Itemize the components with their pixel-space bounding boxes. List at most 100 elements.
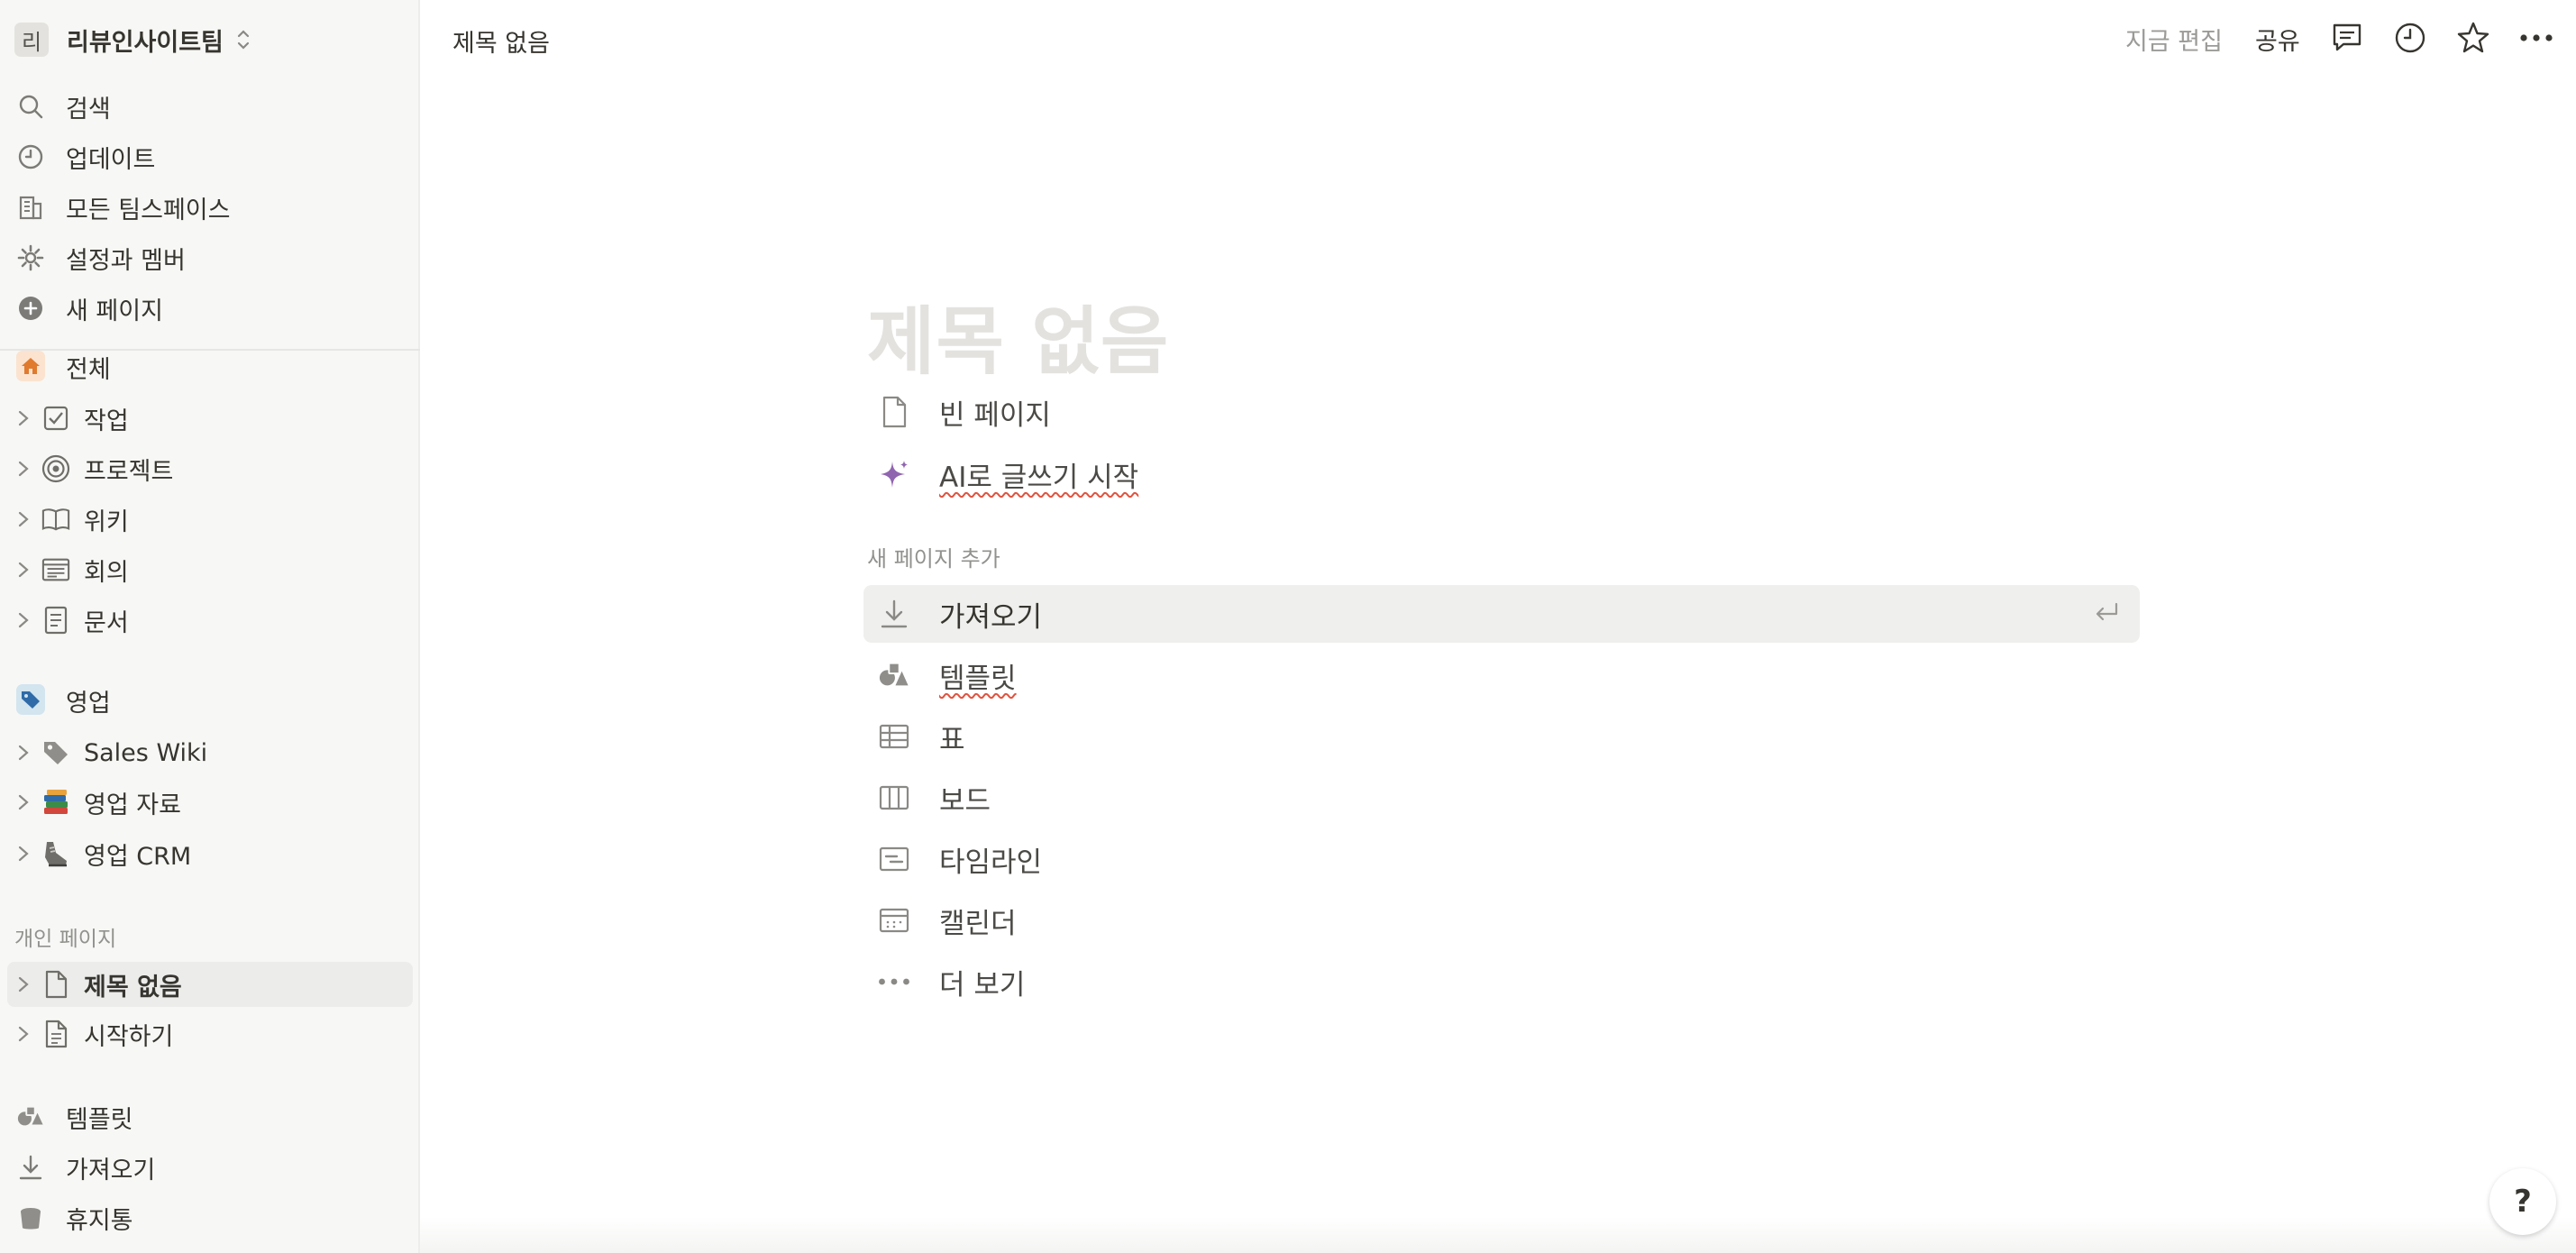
timeline-icon (878, 843, 910, 875)
teamspace-label: 영업 (66, 689, 111, 718)
page-text-icon (41, 1020, 70, 1048)
sidebar-item-import[interactable]: 가져오기 (0, 1145, 415, 1190)
help-button[interactable]: ? (2489, 1168, 2556, 1235)
option-label: 빈 페이지 (939, 398, 1051, 432)
checkbox-icon (41, 404, 70, 433)
chevron-right-icon (18, 846, 29, 862)
history-clock-icon[interactable] (2392, 20, 2428, 56)
timeline-option[interactable]: 타임라인 (863, 830, 2140, 888)
table-icon (878, 720, 910, 753)
option-label: AI로 글쓰기 시작 (939, 461, 1139, 494)
tag-icon (16, 684, 45, 715)
chevron-up-down-icon (237, 30, 249, 50)
sidebar-item-updates[interactable]: 업데이트 (0, 134, 415, 179)
option-label: 캘린더 (939, 907, 1017, 940)
more-icon (878, 965, 910, 998)
download-icon (878, 598, 910, 630)
sidebar-item-templates[interactable]: 템플릿 (0, 1094, 415, 1139)
option-label: 보드 (939, 784, 991, 818)
option-label: 가져오기 (939, 600, 1043, 634)
teamspace-sales[interactable]: 영업 (0, 678, 415, 723)
workspace-switcher[interactable]: 리 리뷰인사이트팀 (14, 22, 251, 58)
chevron-right-icon (18, 794, 29, 810)
option-label: 템플릿 (939, 662, 1017, 695)
sidebar-item-label: 영업 CRM (84, 842, 192, 871)
chevron-right-icon (18, 1026, 29, 1042)
sidebar-item-label: 프로젝트 (84, 457, 174, 486)
sidebar-item-label: 회의 (84, 558, 129, 587)
plus-circle-icon (16, 294, 45, 323)
sidebar-item-getting-started[interactable]: 시작하기 (0, 1011, 415, 1056)
sidebar-item-label: 템플릿 (66, 1105, 133, 1134)
sidebar-item-untitled[interactable]: 제목 없음 (7, 962, 413, 1007)
page-icon (41, 970, 70, 999)
sidebar-item-sales-material[interactable]: 영업 자료 (0, 780, 415, 825)
sidebar-item-search[interactable]: 검색 (0, 84, 415, 129)
calendar-option[interactable]: 캘린더 (863, 892, 2140, 949)
chevron-right-icon (18, 745, 29, 761)
bottom-fade (420, 1217, 2576, 1253)
building-icon (16, 193, 45, 222)
document-icon (41, 606, 70, 635)
calendar-icon (878, 904, 910, 937)
sidebar-item-label: 설정과 멤버 (66, 246, 186, 275)
option-label: 타임라인 (939, 846, 1043, 879)
sidebar-item-label: 새 페이지 (66, 297, 163, 325)
sidebar-item-trash[interactable]: 휴지통 (0, 1195, 415, 1240)
sidebar-item-label: 영업 자료 (84, 791, 181, 819)
chevron-right-icon (18, 511, 29, 527)
sidebar-item-label: 업데이트 (66, 145, 156, 174)
page-title-input[interactable]: 제목 없음 (867, 281, 1169, 389)
sidebar-item-all-teamspaces[interactable]: 모든 팀스페이스 (0, 185, 415, 230)
sidebar-item-settings[interactable]: 설정과 멤버 (0, 235, 415, 280)
sidebar-item-label: 문서 (84, 608, 129, 637)
sidebar-item-tasks[interactable]: 작업 (0, 396, 415, 441)
more-options-icon[interactable] (2518, 20, 2554, 56)
sidebar-item-label: 위키 (84, 508, 129, 536)
chevron-right-icon (18, 562, 29, 578)
sidebar-item-sales-crm[interactable]: 영업 CRM (0, 831, 415, 876)
sidebar-item-projects[interactable]: 프로젝트 (0, 446, 415, 491)
sidebar-item-label: 휴지통 (66, 1206, 133, 1235)
sidebar-item-wiki[interactable]: 위키 (0, 497, 415, 542)
chevron-right-icon (18, 410, 29, 426)
sidebar: 리 리뷰인사이트팀 검색 업데이트 모든 팀스페이스 설정과 멤버 새 페이지 … (0, 0, 420, 1253)
shapes-icon (878, 659, 910, 691)
import-option[interactable]: 가져오기 (863, 585, 2140, 643)
private-section-label: 개인 페이지 (14, 928, 117, 951)
search-icon (16, 92, 45, 121)
sparkle-icon (878, 458, 910, 490)
shoe-icon (41, 839, 70, 868)
comment-icon[interactable] (2329, 20, 2365, 56)
sidebar-item-label: 검색 (66, 95, 111, 123)
sidebar-item-meetings[interactable]: 회의 (0, 547, 415, 592)
board-option[interactable]: 보드 (863, 769, 2140, 827)
trash-icon (16, 1203, 45, 1232)
books-icon (41, 788, 70, 817)
shapes-icon (16, 1102, 45, 1131)
chevron-right-icon (18, 976, 29, 992)
sidebar-item-new-page[interactable]: 새 페이지 (0, 286, 415, 331)
home-icon (16, 351, 45, 381)
more-option[interactable]: 더 보기 (863, 953, 2140, 1011)
empty-page-option[interactable]: 빈 페이지 (863, 383, 2140, 441)
share-button[interactable]: 공유 (2255, 22, 2300, 57)
star-icon[interactable] (2455, 20, 2491, 56)
teamspace-all[interactable]: 전체 (0, 344, 415, 389)
tag-icon (41, 738, 70, 767)
template-option[interactable]: 템플릿 (863, 646, 2140, 704)
sidebar-item-documents[interactable]: 문서 (0, 598, 415, 643)
sidebar-item-label: 제목 없음 (84, 973, 182, 1001)
sidebar-item-label: 작업 (84, 407, 129, 435)
sidebar-item-sales-wiki[interactable]: Sales Wiki (0, 730, 415, 775)
ai-write-option[interactable]: AI로 글쓰기 시작 (863, 445, 2140, 503)
breadcrumb-page-title[interactable]: 제목 없음 (452, 23, 550, 59)
chevron-right-icon (18, 461, 29, 477)
enter-key-icon (2096, 602, 2118, 621)
target-icon (41, 454, 70, 483)
table-option[interactable]: 표 (863, 708, 2140, 765)
chevron-right-icon (18, 612, 29, 628)
sidebar-item-label: 시작하기 (84, 1022, 174, 1051)
board-icon (878, 782, 910, 814)
new-page-section-label: 새 페이지 추가 (867, 546, 1000, 572)
